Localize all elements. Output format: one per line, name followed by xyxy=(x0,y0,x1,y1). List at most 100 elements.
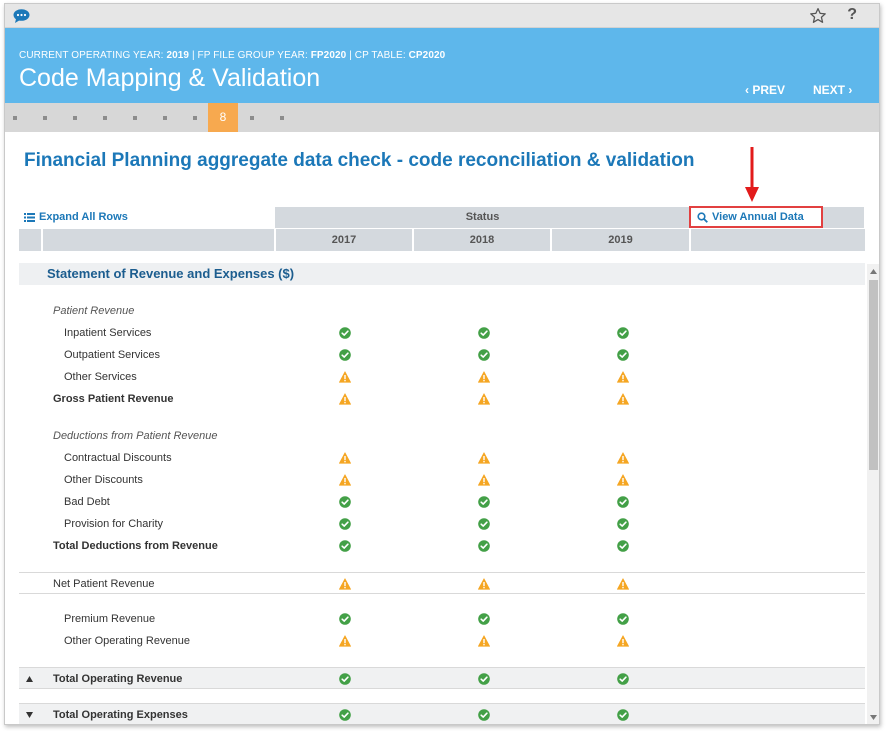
step-dot[interactable] xyxy=(250,116,254,120)
table-row: Net Patient Revenue xyxy=(19,572,865,594)
check-icon xyxy=(339,496,351,508)
check-icon xyxy=(478,496,490,508)
step-dot[interactable] xyxy=(163,116,167,120)
table-row: Bad Debt xyxy=(19,491,865,513)
table-row: Other Services xyxy=(19,366,865,388)
row-label: Total Deductions from Revenue xyxy=(53,540,218,552)
step-bar: 8 xyxy=(5,103,879,132)
step-dot[interactable] xyxy=(103,116,107,120)
scroll-down-icon[interactable] xyxy=(870,715,877,720)
warning-icon xyxy=(478,393,490,405)
fp-value: FP2020 xyxy=(310,50,347,61)
status-header: Status xyxy=(275,207,690,228)
warning-icon xyxy=(339,635,351,647)
row-label: Premium Revenue xyxy=(64,613,156,625)
row-label: Net Patient Revenue xyxy=(53,578,155,590)
check-icon xyxy=(339,709,351,721)
page-header: CURRENT OPERATING YEAR: 2019 | FP FILE G… xyxy=(5,28,879,103)
warning-icon xyxy=(617,371,629,383)
table-row: Outpatient Services xyxy=(19,344,865,366)
check-icon xyxy=(617,613,629,625)
fp-label: | FP FILE GROUP YEAR: xyxy=(189,50,311,61)
step-dot[interactable] xyxy=(133,116,137,120)
context-line: CURRENT OPERATING YEAR: 2019 | FP FILE G… xyxy=(19,50,445,61)
warning-icon xyxy=(339,578,351,590)
table-row: Deductions from Patient Revenue xyxy=(19,425,865,447)
warning-icon xyxy=(339,393,351,405)
prev-button[interactable]: ‹ PREV xyxy=(745,83,785,97)
expand-icon[interactable] xyxy=(26,712,33,718)
section-heading: Financial Planning aggregate data check … xyxy=(24,150,695,171)
operating-year-label: CURRENT OPERATING YEAR: xyxy=(19,50,167,61)
status-table: Statement of Revenue and Expenses ($) Pa… xyxy=(19,263,865,724)
view-annual-label: View Annual Data xyxy=(712,211,804,223)
scroll-thumb[interactable] xyxy=(869,280,878,470)
chat-icon[interactable] xyxy=(13,9,30,23)
search-icon xyxy=(697,211,708,223)
step-dot[interactable] xyxy=(193,116,197,120)
step-dot[interactable] xyxy=(43,116,47,120)
table-row: Other Discounts xyxy=(19,469,865,491)
cp-value: CP2020 xyxy=(408,50,446,61)
list-icon xyxy=(24,212,35,222)
check-icon xyxy=(617,673,629,685)
row-label: Other Operating Revenue xyxy=(64,635,190,647)
row-label: Total Operating Expenses xyxy=(53,709,188,721)
check-icon xyxy=(617,349,629,361)
warning-icon xyxy=(617,452,629,464)
table-row: Other Operating Revenue xyxy=(19,630,865,652)
check-icon xyxy=(617,540,629,552)
row-label: Contractual Discounts xyxy=(64,452,172,464)
collapse-icon[interactable] xyxy=(26,676,33,682)
row-label: Other Discounts xyxy=(64,474,143,486)
row-label: Deductions from Patient Revenue xyxy=(53,430,218,442)
check-icon xyxy=(478,518,490,530)
row-label: Other Services xyxy=(64,371,137,383)
table-row[interactable]: Total Operating Expenses xyxy=(19,703,865,724)
current-step[interactable]: 8 xyxy=(208,103,238,132)
header-filler xyxy=(823,207,864,228)
warning-icon xyxy=(617,393,629,405)
operating-year-value: 2019 xyxy=(166,50,190,61)
next-button[interactable]: NEXT › xyxy=(813,83,852,97)
page-title: Code Mapping & Validation xyxy=(19,64,321,92)
warning-icon xyxy=(617,474,629,486)
year-header-2017: 2017 xyxy=(276,229,412,251)
row-label: Gross Patient Revenue xyxy=(53,393,174,405)
row-label: Outpatient Services xyxy=(64,349,160,361)
check-icon xyxy=(478,327,490,339)
check-icon xyxy=(478,540,490,552)
header-cell xyxy=(19,229,41,251)
check-icon xyxy=(478,709,490,721)
table-row[interactable]: Total Operating Revenue xyxy=(19,667,865,689)
check-icon xyxy=(617,709,629,721)
scrollbar[interactable] xyxy=(867,264,879,724)
help-icon[interactable]: ? xyxy=(847,6,857,24)
table-row: Patient Revenue xyxy=(19,300,865,322)
row-label: Patient Revenue xyxy=(53,305,135,317)
check-icon xyxy=(339,518,351,530)
step-dot[interactable] xyxy=(13,116,17,120)
step-dot[interactable] xyxy=(280,116,284,120)
warning-icon xyxy=(478,474,490,486)
warning-icon xyxy=(478,452,490,464)
check-icon xyxy=(339,327,351,339)
check-icon xyxy=(478,613,490,625)
check-icon xyxy=(339,673,351,685)
scroll-up-icon[interactable] xyxy=(870,269,877,274)
star-icon[interactable] xyxy=(809,7,827,25)
group-title: Statement of Revenue and Expenses ($) xyxy=(47,266,295,281)
top-bar: ? xyxy=(5,4,879,28)
check-icon xyxy=(478,673,490,685)
expand-all-button[interactable]: Expand All Rows xyxy=(24,211,128,223)
table-row: Provision for Charity xyxy=(19,513,865,535)
year-header-2018: 2018 xyxy=(414,229,550,251)
app-window: ? CURRENT OPERATING YEAR: 2019 | FP FILE… xyxy=(4,3,880,725)
group-header[interactable]: Statement of Revenue and Expenses ($) xyxy=(19,263,865,285)
table-row: Inpatient Services xyxy=(19,322,865,344)
warning-icon xyxy=(478,635,490,647)
check-icon xyxy=(617,518,629,530)
view-annual-data-button[interactable]: View Annual Data xyxy=(689,206,823,228)
step-dot[interactable] xyxy=(73,116,77,120)
red-arrow-annotation xyxy=(745,147,759,202)
